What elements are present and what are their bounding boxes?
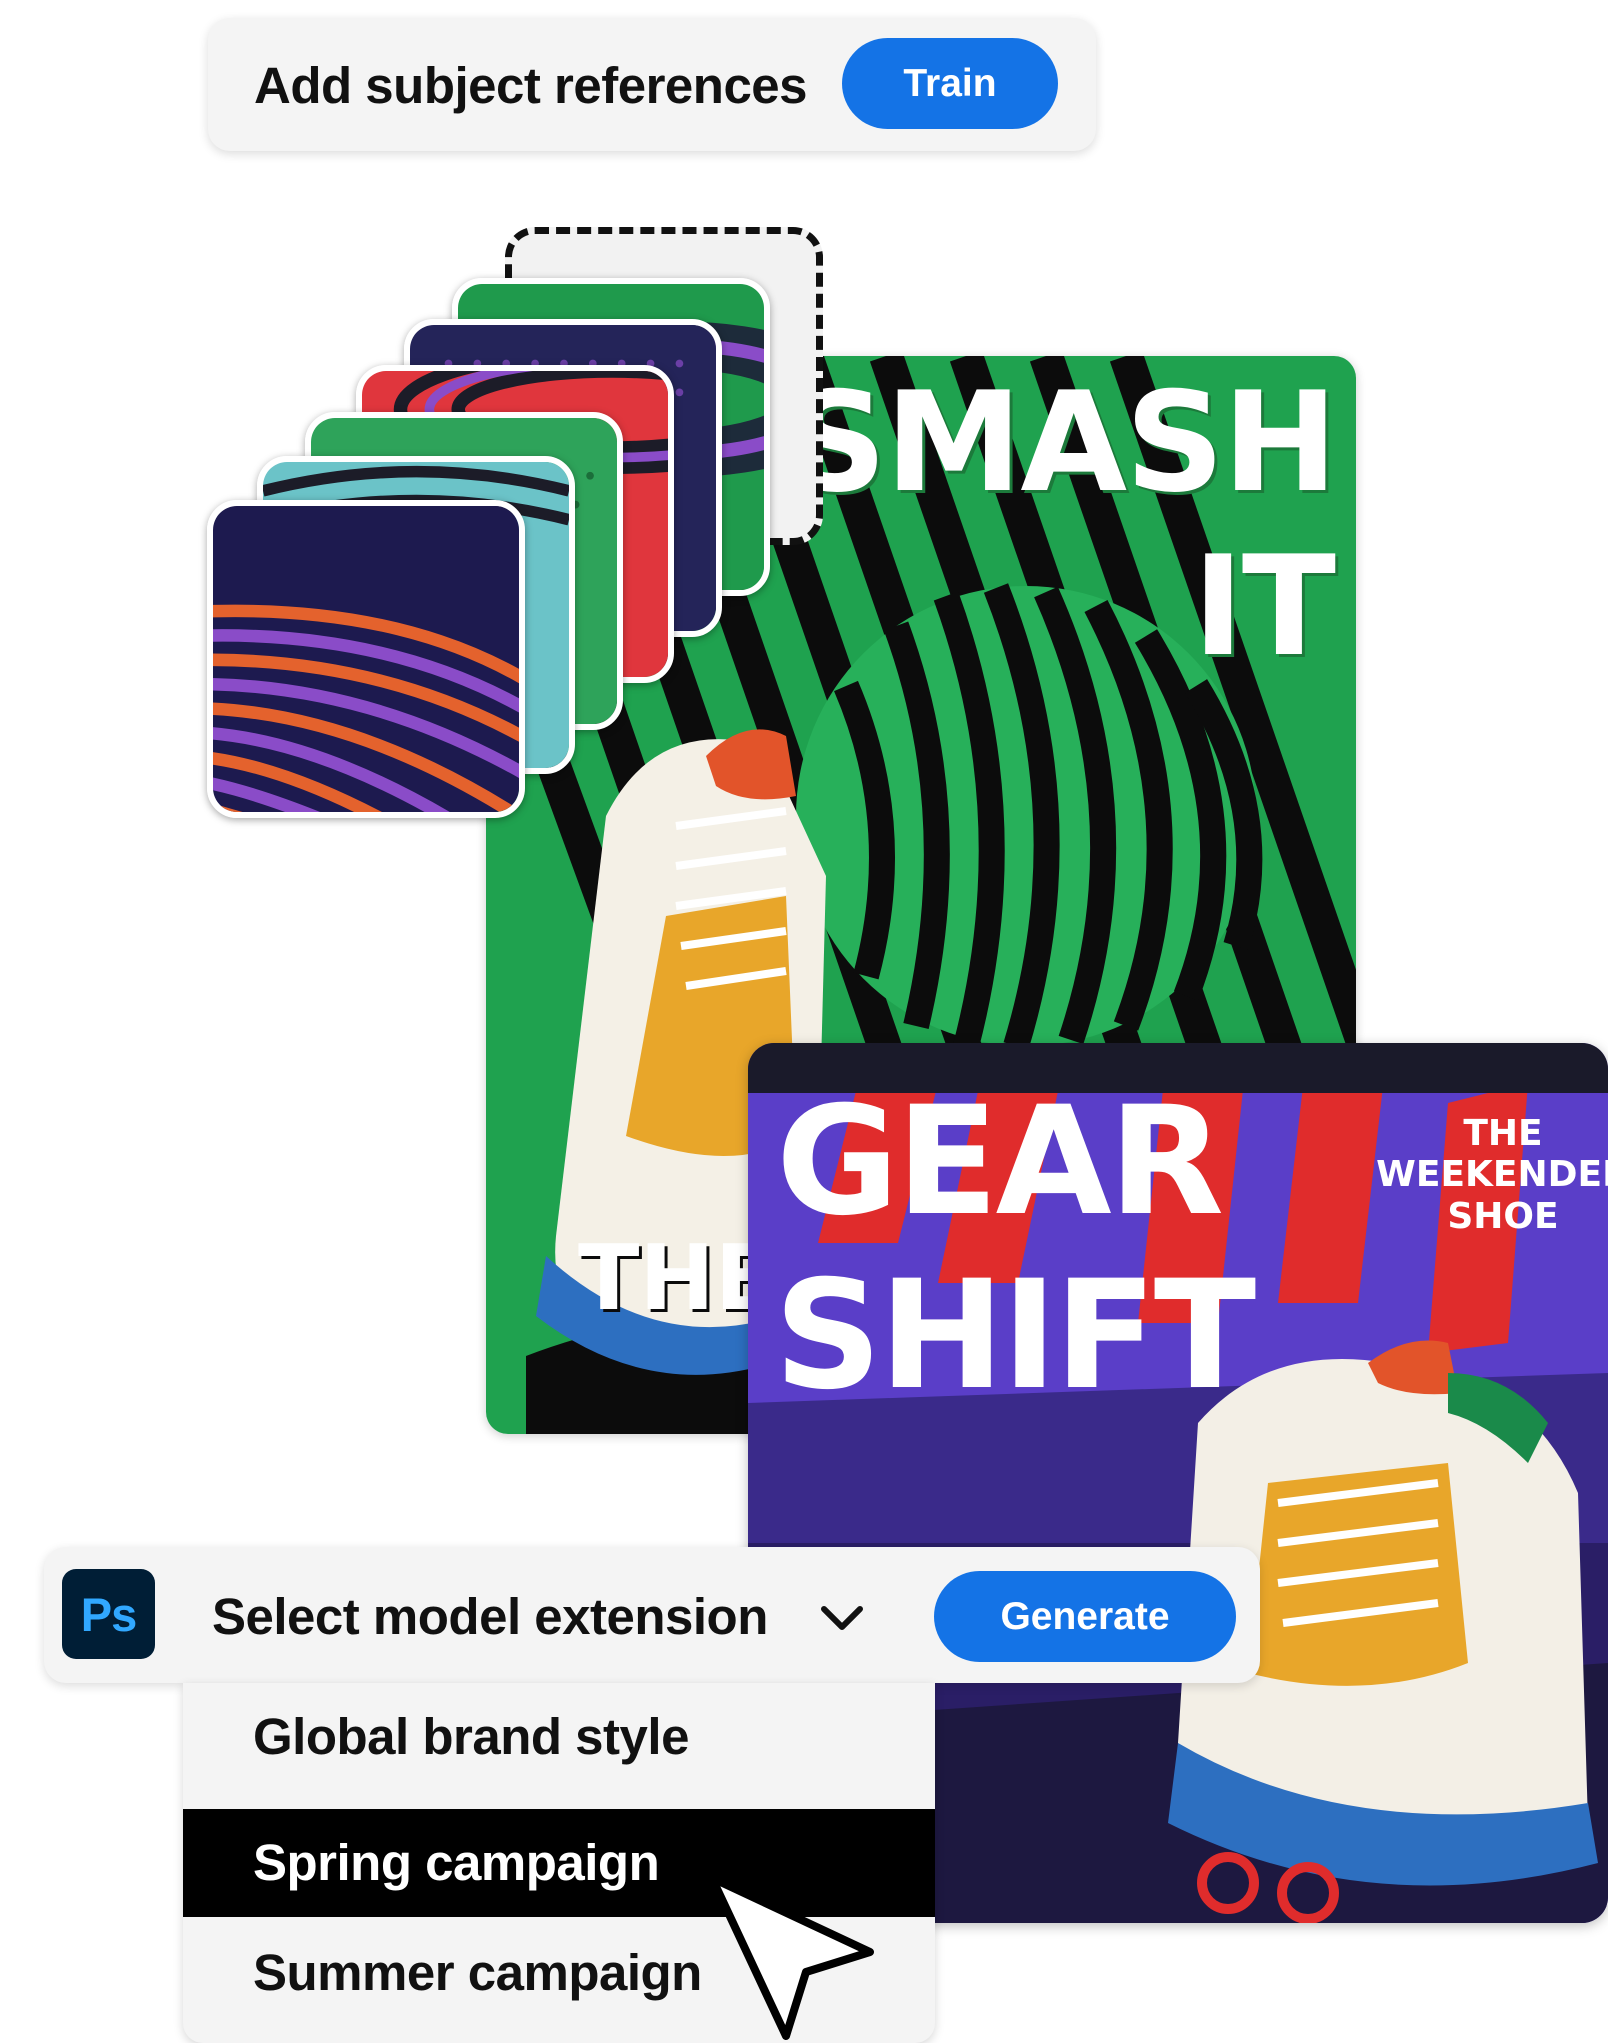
poster-shift-headline: SHIFT	[774, 1249, 1256, 1423]
mouse-pointer-icon	[708, 1874, 874, 2040]
subject-references-label: Add subject references	[254, 57, 808, 114]
subject-references-bar: Add subject references Train	[208, 18, 1096, 151]
poster-the-text: THE	[578, 1226, 777, 1331]
poster-tagline: THE WEEKENDER SHOE	[1376, 1113, 1608, 1237]
model-extension-bar: Ps Select model extension Generate	[44, 1547, 1260, 1683]
photoshop-logo: Ps	[62, 1569, 155, 1659]
poster-gear-headline: GEAR	[776, 1075, 1224, 1249]
chevron-down-icon[interactable]	[812, 1589, 872, 1645]
poster-it-headline: IT	[1192, 526, 1336, 687]
reference-card-1[interactable]	[207, 500, 525, 818]
train-button[interactable]: Train	[842, 38, 1058, 129]
dropdown-option-global-brand-style[interactable]: Global brand style	[183, 1683, 935, 1791]
poster-smash-headline: SMASH	[787, 362, 1338, 523]
model-extension-select[interactable]: Select model extension	[212, 1587, 768, 1646]
generate-button[interactable]: Generate	[934, 1571, 1236, 1662]
